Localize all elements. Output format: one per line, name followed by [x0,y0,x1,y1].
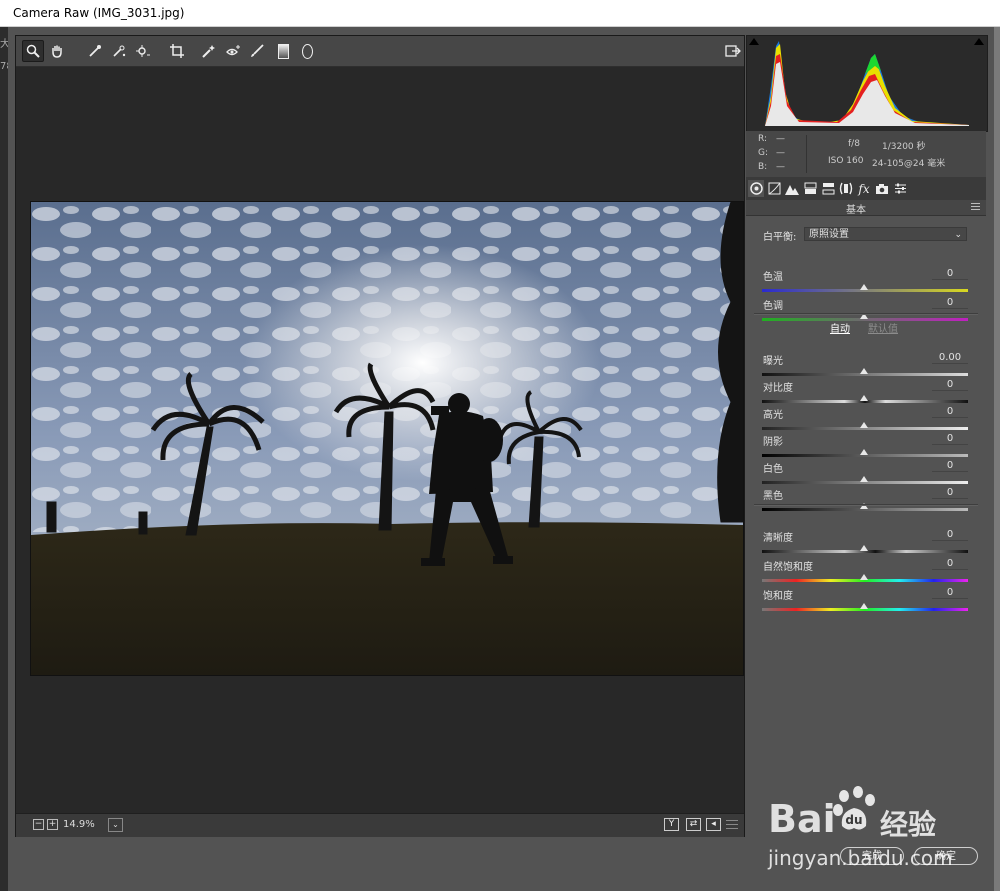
color-sampler-icon[interactable] [108,40,130,62]
spot-removal-icon[interactable] [198,40,220,62]
slider-value[interactable]: 0 [932,297,968,309]
slider-value[interactable]: 0.00 [932,352,968,364]
slider-thumb[interactable] [860,395,868,401]
preview-area: − + 14.9% ⌄ Y ⇄ ◂ [15,35,745,837]
camera-raw-dialog: − + 14.9% ⌄ Y ⇄ ◂ R: — G: — B: — f/8 1/3… [8,27,994,891]
open-preferences-icon[interactable] [722,40,744,62]
slider-label: 白色 [763,464,783,475]
preview-prefs-icon[interactable] [726,820,738,830]
slider-label: 饱和度 [763,591,793,602]
graduated-filter-icon[interactable] [272,40,294,62]
tab-basic[interactable] [748,180,764,197]
white-balance-select[interactable]: 原照设置 ⌄ [804,227,967,241]
watermark-brand-cn: 经验 [880,808,937,841]
slider-label: 色温 [763,272,783,283]
panel-tabs: fx [746,178,986,200]
slider-value[interactable]: 0 [932,406,968,418]
white-balance-icon[interactable] [84,40,106,62]
white-balance-label: 白平衡: [763,232,797,243]
b-label: B: [758,162,768,172]
tab-tone-curve[interactable] [766,180,782,197]
tab-camera-calibration[interactable] [874,180,890,197]
shutter-speed: 1/3200 秒 [882,142,926,152]
background-app-edge: 大 78 [0,27,13,891]
panel-menu-icon[interactable] [971,203,980,211]
histogram [746,35,988,132]
slider-thumb[interactable] [860,545,868,551]
zoom-icon[interactable] [22,40,44,62]
slider-thumb[interactable] [860,603,868,609]
hand-icon[interactable] [46,40,68,62]
view-toggle-button[interactable]: Y [664,818,679,831]
default-button[interactable]: 默认值 [868,320,898,335]
slider-value[interactable]: 0 [932,529,968,541]
tab-split-toning[interactable] [820,180,836,197]
r-value: — [776,134,785,144]
adjustment-brush-icon[interactable] [246,40,268,62]
status-bar: − + 14.9% ⌄ Y ⇄ ◂ [16,813,744,837]
slider-label: 高光 [763,410,783,421]
baidu-paw-icon: du [833,786,875,830]
slider-label: 清晰度 [763,533,793,544]
b-value: — [776,162,785,172]
auto-button[interactable]: 自动 [830,320,850,335]
copy-settings-button[interactable]: ◂ [706,818,721,831]
panel-title: 基本 [846,205,866,216]
tab-presets[interactable] [892,180,908,197]
slider-thumb[interactable] [860,284,868,290]
slider-thumb[interactable] [860,449,868,455]
aperture: f/8 [848,139,860,149]
background-app-edge-right [994,27,1000,891]
image-preview[interactable] [30,201,744,676]
slider-value[interactable]: 0 [932,379,968,391]
camera-info: R: — G: — B: — f/8 1/3200 秒 ISO 160 24-1… [746,131,986,178]
zoom-dropdown[interactable]: ⌄ [108,818,123,832]
swap-settings-button[interactable]: ⇄ [686,818,701,831]
chevron-down-icon: ⌄ [954,230,962,240]
adjustment-panel: R: — G: — B: — f/8 1/3200 秒 ISO 160 24-1… [746,35,988,835]
slider-label: 曝光 [763,356,783,367]
watermark-url: jingyan.baidu.com [768,846,953,870]
lens-focal-length: 24-105@24 毫米 [872,159,946,169]
iso: ISO 160 [828,156,864,166]
zoom-in-button[interactable]: + [47,819,58,830]
slider-thumb[interactable] [860,574,868,580]
slider-value[interactable]: 0 [932,487,968,499]
title-bar: Camera Raw (IMG_3031.jpg) [0,0,1000,27]
slider-value[interactable]: 0 [932,460,968,472]
divider [754,504,978,506]
slider-label: 黑色 [763,491,783,502]
slider-thumb[interactable] [860,422,868,428]
divider [754,313,978,315]
g-label: G: [758,148,769,158]
tab-detail[interactable] [784,180,800,197]
slider-thumb[interactable] [860,476,868,482]
svg-text:du: du [845,813,862,827]
zoom-level: 14.9% [63,819,95,830]
radial-filter-icon[interactable] [296,40,318,62]
tab-effects[interactable]: fx [856,180,872,197]
slider-value[interactable]: 0 [932,268,968,280]
tab-lens-corrections[interactable] [838,180,854,197]
white-balance-value: 原照设置 [809,229,849,240]
slider-label: 色调 [763,301,783,312]
crop-icon[interactable] [166,40,188,62]
slider-value[interactable]: 0 [932,433,968,445]
slider-label: 自然饱和度 [763,562,813,573]
tool-bar [16,36,744,67]
red-eye-icon[interactable] [222,40,244,62]
tab-hsl[interactable] [802,180,818,197]
g-value: — [776,148,785,158]
targeted-adjust-icon[interactable] [132,40,154,62]
panel-header: 基本 [746,200,986,216]
zoom-out-button[interactable]: − [33,819,44,830]
watermark-brand: Bai [768,797,836,841]
slider-value[interactable]: 0 [932,587,968,599]
r-label: R: [758,134,768,144]
slider-label: 对比度 [763,383,793,394]
slider-value[interactable]: 0 [932,558,968,570]
slider-thumb[interactable] [860,368,868,374]
window-title: Camera Raw (IMG_3031.jpg) [13,6,185,20]
slider-label: 阴影 [763,437,783,448]
